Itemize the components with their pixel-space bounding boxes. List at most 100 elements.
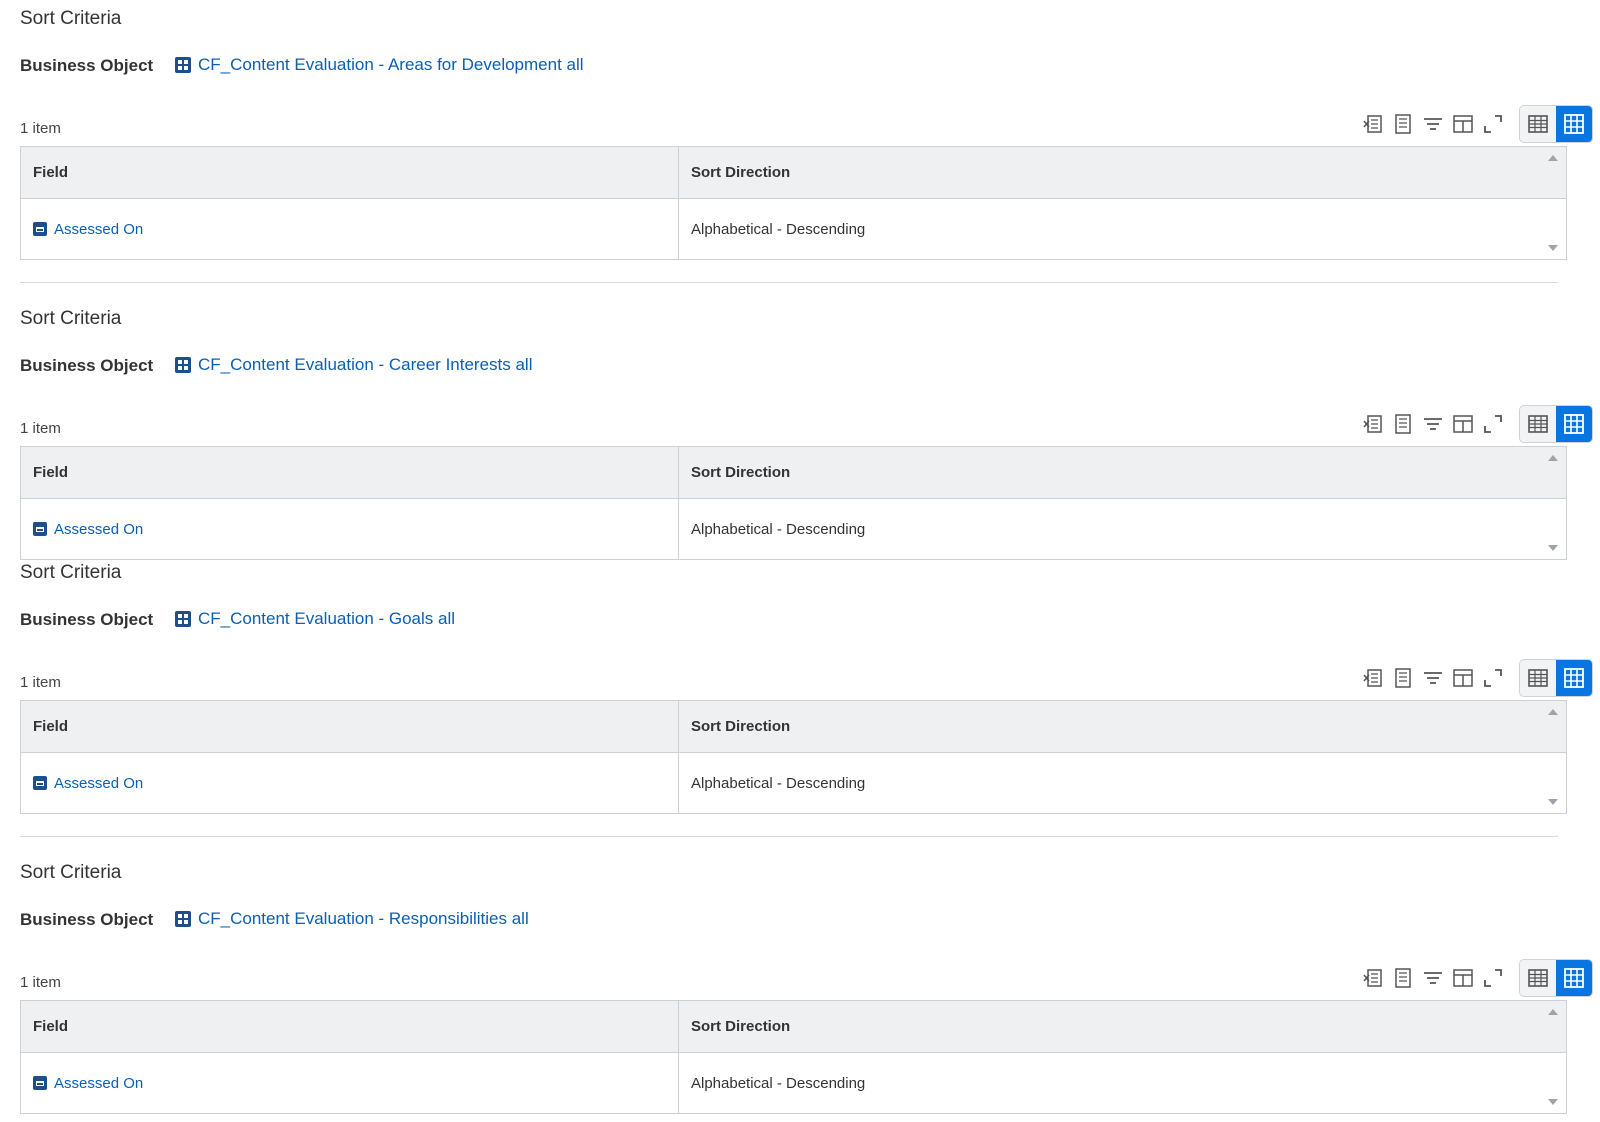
grid-toolbar [1358,660,1508,696]
sort-direction-cell: Alphabetical - Descending [691,520,866,538]
business-object-link-text: CF_Content Evaluation - Career Interests… [198,355,533,374]
grid-header-row: Field Sort Direction [21,147,1566,199]
grid-scrollbar[interactable] [1540,147,1566,259]
business-object-label: Business Object [20,356,154,375]
section-title: Sort Criteria [20,308,122,329]
business-object-label: Business Object [20,910,154,929]
field-link[interactable]: Assessed On [33,221,143,238]
table-row: Assessed On Alphabetical - Descending [21,499,1566,559]
business-object-label: Business Object [20,610,154,629]
expand-icon[interactable] [1480,111,1506,137]
date-field-icon [33,776,47,790]
date-field-icon [33,222,47,236]
sort-direction-cell: Alphabetical - Descending [691,220,866,238]
column-header-sort-direction[interactable]: Sort Direction [679,447,1557,498]
columns-icon[interactable] [1450,111,1476,137]
date-field-icon [33,1076,47,1090]
column-header-field[interactable]: Field [21,147,679,198]
column-header-sort-direction[interactable]: Sort Direction [679,147,1557,198]
grid-header-row: Field Sort Direction [21,447,1566,499]
table-view-icon[interactable] [1520,406,1556,442]
business-object-icon [175,357,191,373]
section-divider [20,836,1558,837]
grid-header-row: Field Sort Direction [21,1001,1566,1053]
export-pdf-icon[interactable] [1390,665,1416,691]
column-header-sort-direction[interactable]: Sort Direction [679,701,1557,752]
field-cell: Assessed On [21,499,679,559]
view-toggle [1519,405,1593,443]
business-object-link-text: CF_Content Evaluation - Responsibilities… [198,909,529,928]
sort-direction-cell: Alphabetical - Descending [691,774,866,792]
business-object-label: Business Object [20,56,154,75]
column-header-field[interactable]: Field [21,1001,679,1052]
column-header-sort-direction[interactable]: Sort Direction [679,1001,1557,1052]
grid-scrollbar[interactable] [1540,701,1566,813]
section-divider [20,282,1558,283]
field-link[interactable]: Assessed On [33,521,143,538]
business-object-link[interactable]: CF_Content Evaluation - Career Interests… [175,355,533,375]
business-object-icon [175,911,191,927]
field-link[interactable]: Assessed On [33,1075,143,1092]
grid-toolbar [1358,406,1508,442]
table-row: Assessed On Alphabetical - Descending [21,1053,1566,1113]
expand-icon[interactable] [1480,965,1506,991]
item-count: 1 item [20,120,61,137]
business-object-icon [175,57,191,73]
business-object-link-text: CF_Content Evaluation - Areas for Develo… [198,55,584,74]
grid-toolbar [1358,106,1508,142]
filter-icon[interactable] [1420,965,1446,991]
grid-header-row: Field Sort Direction [21,701,1566,753]
filter-icon[interactable] [1420,111,1446,137]
table-view-icon[interactable] [1520,960,1556,996]
view-toggle [1519,959,1593,997]
export-pdf-icon[interactable] [1390,411,1416,437]
sort-criteria-grid: Field Sort Direction Assessed On Alphabe… [20,700,1567,814]
sort-criteria-grid: Field Sort Direction Assessed On Alphabe… [20,146,1567,260]
business-object-link[interactable]: CF_Content Evaluation - Goals all [175,609,455,629]
business-object-link[interactable]: CF_Content Evaluation - Areas for Develo… [175,55,584,75]
field-cell: Assessed On [21,199,679,259]
business-object-link-text: CF_Content Evaluation - Goals all [198,609,456,628]
filter-icon[interactable] [1420,411,1446,437]
sort-direction-cell: Alphabetical - Descending [691,1074,866,1092]
columns-icon[interactable] [1450,965,1476,991]
section-title: Sort Criteria [20,8,122,29]
grid-scrollbar[interactable] [1540,1001,1566,1113]
item-count: 1 item [20,974,61,991]
expand-icon[interactable] [1480,665,1506,691]
grid-view-icon[interactable] [1556,106,1592,142]
field-cell: Assessed On [21,753,679,813]
table-view-icon[interactable] [1520,106,1556,142]
table-row: Assessed On Alphabetical - Descending [21,753,1566,813]
field-link[interactable]: Assessed On [33,775,143,792]
grid-scrollbar[interactable] [1540,447,1566,559]
export-excel-icon[interactable] [1360,111,1386,137]
grid-view-icon[interactable] [1556,660,1592,696]
expand-icon[interactable] [1480,411,1506,437]
business-object-icon [175,611,191,627]
item-count: 1 item [20,420,61,437]
table-row: Assessed On Alphabetical - Descending [21,199,1566,259]
view-toggle [1519,659,1593,697]
columns-icon[interactable] [1450,665,1476,691]
export-pdf-icon[interactable] [1390,965,1416,991]
item-count: 1 item [20,674,61,691]
columns-icon[interactable] [1450,411,1476,437]
business-object-link[interactable]: CF_Content Evaluation - Responsibilities… [175,909,529,929]
export-excel-icon[interactable] [1360,965,1386,991]
export-excel-icon[interactable] [1360,665,1386,691]
sort-criteria-grid: Field Sort Direction Assessed On Alphabe… [20,1000,1567,1114]
section-title: Sort Criteria [20,862,122,883]
field-cell: Assessed On [21,1053,679,1113]
view-toggle [1519,105,1593,143]
column-header-field[interactable]: Field [21,447,679,498]
export-excel-icon[interactable] [1360,411,1386,437]
column-header-field[interactable]: Field [21,701,679,752]
date-field-icon [33,522,47,536]
grid-view-icon[interactable] [1556,406,1592,442]
grid-view-icon[interactable] [1556,960,1592,996]
section-title: Sort Criteria [20,562,122,583]
table-view-icon[interactable] [1520,660,1556,696]
filter-icon[interactable] [1420,665,1446,691]
export-pdf-icon[interactable] [1390,111,1416,137]
